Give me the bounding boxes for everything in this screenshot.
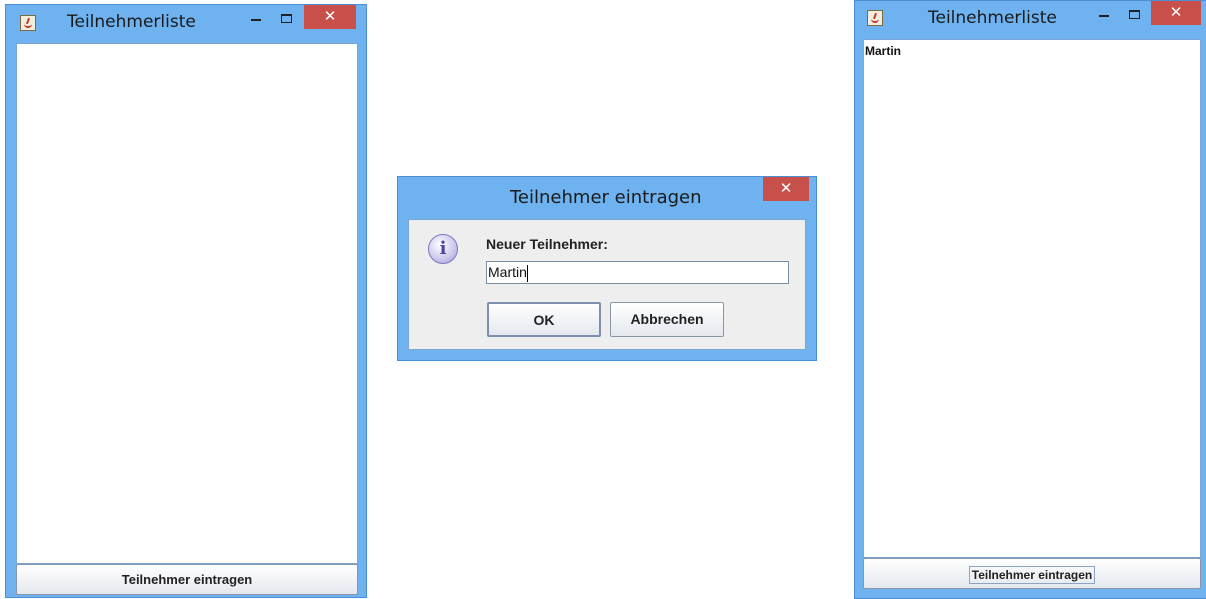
java-coffee-icon: [867, 10, 883, 26]
text-caret: [526, 264, 528, 282]
minimize-icon[interactable]: [1092, 5, 1116, 23]
input-value: Martin: [488, 264, 527, 280]
minimize-icon[interactable]: [244, 9, 268, 27]
close-icon[interactable]: ✕: [763, 177, 809, 201]
cancel-button[interactable]: Abbrechen: [610, 302, 724, 337]
maximize-icon[interactable]: [275, 9, 299, 27]
add-participant-button[interactable]: Teilnehmer eintragen: [863, 558, 1201, 589]
ok-button[interactable]: OK: [487, 302, 601, 337]
java-coffee-icon: [20, 15, 36, 31]
participant-list-window-empty: Teilnehmerliste ✕ Teilnehmer eintragen: [5, 4, 367, 598]
dialog-title-bar[interactable]: Teilnehmer eintragen ✕: [398, 177, 816, 217]
title-bar[interactable]: Teilnehmerliste ✕: [6, 5, 366, 39]
add-participant-dialog: Teilnehmer eintragen ✕ i Neuer Teilnehme…: [397, 176, 817, 361]
dialog-body: i Neuer Teilnehmer: Martin OK Abbrechen: [408, 219, 806, 350]
participant-list[interactable]: Martin: [863, 39, 1201, 558]
dialog-title: Teilnehmer eintragen: [510, 187, 702, 208]
window-title: Teilnehmerliste: [928, 8, 1057, 28]
button-label-focused: Teilnehmer eintragen: [968, 566, 1096, 584]
participant-list[interactable]: [16, 43, 358, 564]
list-item[interactable]: Martin: [864, 40, 1200, 58]
title-bar[interactable]: Teilnehmerliste ✕: [855, 1, 1206, 35]
add-participant-button[interactable]: Teilnehmer eintragen: [16, 564, 358, 595]
close-icon[interactable]: ✕: [304, 5, 356, 29]
info-icon: i: [428, 234, 458, 264]
close-icon[interactable]: ✕: [1151, 1, 1201, 25]
participant-name-input[interactable]: Martin: [486, 261, 789, 284]
maximize-icon[interactable]: [1123, 5, 1147, 23]
new-participant-label: Neuer Teilnehmer:: [486, 236, 608, 252]
window-title: Teilnehmerliste: [67, 12, 196, 32]
participant-list-window-filled: Teilnehmerliste ✕ Martin Teilnehmer eint…: [854, 0, 1206, 599]
